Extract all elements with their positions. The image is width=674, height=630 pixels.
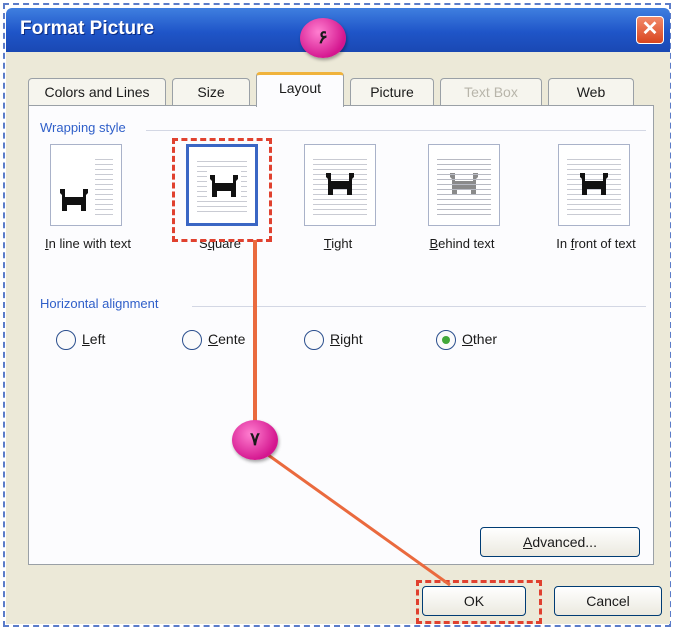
tab-layout[interactable]: Layout (256, 72, 344, 107)
step-6-badge: ۶ (300, 18, 346, 58)
step-7-badge: ۷ (232, 420, 278, 460)
